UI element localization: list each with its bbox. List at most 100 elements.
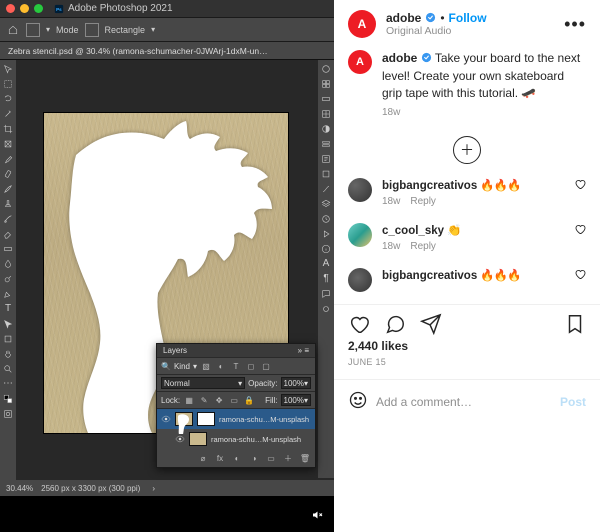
paths-panel-icon[interactable] bbox=[319, 182, 333, 196]
eyedropper-tool-icon[interactable] bbox=[1, 152, 15, 166]
commenter-avatar[interactable] bbox=[348, 178, 372, 202]
layer-fx-icon[interactable]: fx bbox=[214, 452, 226, 464]
hand-tool-icon[interactable] bbox=[1, 347, 15, 361]
brush-settings-icon[interactable] bbox=[319, 302, 333, 316]
lock-paint-icon[interactable]: ✎ bbox=[198, 394, 210, 406]
lock-artboard-icon[interactable]: ▭ bbox=[228, 394, 240, 406]
minimize-window-button[interactable] bbox=[20, 4, 29, 13]
channels-panel-icon[interactable] bbox=[319, 167, 333, 181]
more-tools-icon[interactable]: ⋯ bbox=[1, 377, 15, 391]
marquee-tool-icon[interactable] bbox=[1, 77, 15, 91]
shape-preview-icon[interactable] bbox=[26, 23, 40, 37]
gradients-panel-icon[interactable] bbox=[319, 92, 333, 106]
audio-label[interactable]: Original Audio bbox=[386, 25, 554, 38]
fill-field[interactable]: 100%▾ bbox=[281, 394, 311, 406]
zoom-value[interactable]: 30.44% bbox=[6, 484, 33, 493]
layer-mask-icon[interactable]: ◐ bbox=[231, 452, 243, 464]
follow-button[interactable]: Follow bbox=[449, 11, 487, 25]
author-username[interactable]: adobe bbox=[386, 11, 421, 25]
history-panel-icon[interactable] bbox=[319, 212, 333, 226]
frame-tool-icon[interactable] bbox=[1, 137, 15, 151]
likes-count[interactable]: 2,440 likes bbox=[334, 339, 600, 353]
emoji-button[interactable] bbox=[348, 390, 368, 413]
character-panel-icon[interactable]: A bbox=[319, 257, 333, 271]
like-comment-button[interactable] bbox=[574, 178, 586, 193]
swap-colors-icon[interactable] bbox=[1, 392, 15, 406]
delete-layer-icon[interactable]: 🗑 bbox=[299, 452, 311, 464]
new-adjustment-icon[interactable]: ◑ bbox=[248, 452, 260, 464]
dodge-tool-icon[interactable] bbox=[1, 272, 15, 286]
stamp-tool-icon[interactable] bbox=[1, 197, 15, 211]
zoom-window-button[interactable] bbox=[34, 4, 43, 13]
filter-type-icon[interactable]: T bbox=[230, 360, 242, 372]
filter-smart-icon[interactable]: ▢ bbox=[260, 360, 272, 372]
more-options-button[interactable]: ••• bbox=[564, 14, 586, 35]
save-button[interactable] bbox=[564, 313, 586, 335]
history-brush-icon[interactable] bbox=[1, 212, 15, 226]
eraser-tool-icon[interactable] bbox=[1, 227, 15, 241]
close-window-button[interactable] bbox=[6, 4, 15, 13]
author-avatar[interactable]: A bbox=[348, 10, 376, 38]
brush-tool-icon[interactable] bbox=[1, 182, 15, 196]
crop-tool-icon[interactable] bbox=[1, 122, 15, 136]
quickmask-icon[interactable] bbox=[1, 407, 15, 421]
heal-tool-icon[interactable] bbox=[1, 167, 15, 181]
like-comment-button[interactable] bbox=[574, 223, 586, 238]
share-button[interactable] bbox=[420, 313, 442, 335]
filter-adjust-icon[interactable]: ◐ bbox=[215, 360, 227, 372]
info-panel-icon[interactable] bbox=[319, 242, 333, 256]
zoom-tool-icon[interactable] bbox=[1, 362, 15, 376]
reply-button[interactable]: Reply bbox=[410, 196, 436, 207]
commenter-username[interactable]: c_cool_sky bbox=[382, 225, 444, 237]
commenter-username[interactable]: bigbangcreativos bbox=[382, 270, 477, 282]
adjustments-panel-icon[interactable] bbox=[319, 122, 333, 136]
filter-shape-icon[interactable]: ◻ bbox=[245, 360, 257, 372]
patterns-panel-icon[interactable] bbox=[319, 107, 333, 121]
layer-item[interactable]: ramona-schu…M-unsplash bbox=[157, 409, 315, 429]
lock-all-icon[interactable]: 🔒 bbox=[243, 394, 255, 406]
filter-pixel-icon[interactable]: ▧ bbox=[200, 360, 212, 372]
mute-button[interactable] bbox=[306, 504, 328, 526]
comment-button[interactable] bbox=[384, 313, 406, 335]
commenter-avatar[interactable] bbox=[348, 268, 372, 292]
new-layer-icon[interactable]: ＋ bbox=[282, 452, 294, 464]
actions-panel-icon[interactable] bbox=[319, 227, 333, 241]
opacity-field[interactable]: 100%▾ bbox=[281, 377, 311, 389]
visibility-icon[interactable] bbox=[175, 434, 185, 444]
shape-tool-icon[interactable] bbox=[1, 332, 15, 346]
wand-tool-icon[interactable] bbox=[1, 107, 15, 121]
swatches-panel-icon[interactable] bbox=[319, 77, 333, 91]
commenter-username[interactable]: bigbangcreativos bbox=[382, 180, 477, 192]
visibility-icon[interactable] bbox=[161, 414, 171, 424]
path-tool-icon[interactable] bbox=[1, 317, 15, 331]
lock-position-icon[interactable]: ✥ bbox=[213, 394, 225, 406]
lasso-tool-icon[interactable] bbox=[1, 92, 15, 106]
move-tool-icon[interactable] bbox=[1, 62, 15, 76]
commenter-avatar[interactable] bbox=[348, 223, 372, 247]
lock-transparency-icon[interactable]: ▦ bbox=[183, 394, 195, 406]
post-comment-button[interactable]: Post bbox=[560, 395, 586, 409]
gradient-tool-icon[interactable] bbox=[1, 242, 15, 256]
add-story-button[interactable]: ＋ bbox=[453, 136, 481, 164]
layers-panel-icon[interactable] bbox=[319, 197, 333, 211]
color-panel-icon[interactable] bbox=[319, 62, 333, 76]
properties-panel-icon[interactable] bbox=[319, 152, 333, 166]
new-group-icon[interactable]: ▭ bbox=[265, 452, 277, 464]
blend-mode-select[interactable]: Normal ▾ bbox=[161, 377, 245, 389]
comment-input[interactable] bbox=[376, 395, 552, 409]
reply-button[interactable]: Reply bbox=[410, 241, 436, 252]
comments-panel-icon[interactable] bbox=[319, 287, 333, 301]
caption-username[interactable]: adobe bbox=[382, 51, 417, 65]
blur-tool-icon[interactable] bbox=[1, 257, 15, 271]
libraries-panel-icon[interactable] bbox=[319, 137, 333, 151]
author-avatar[interactable]: A bbox=[348, 50, 372, 74]
layers-panel[interactable]: Layers» ≡ 🔍Kind ▾ ▧ ◐ T ◻ ▢ Normal ▾ Opa… bbox=[156, 343, 316, 468]
pen-tool-icon[interactable] bbox=[1, 287, 15, 301]
type-tool-icon[interactable]: T bbox=[1, 302, 15, 316]
home-icon[interactable] bbox=[6, 23, 20, 37]
rectangle-icon[interactable] bbox=[85, 23, 99, 37]
like-button[interactable] bbox=[348, 313, 370, 335]
link-layers-icon[interactable]: ⌀ bbox=[197, 452, 209, 464]
paragraph-panel-icon[interactable]: ¶ bbox=[319, 272, 333, 286]
like-comment-button[interactable] bbox=[574, 268, 586, 283]
